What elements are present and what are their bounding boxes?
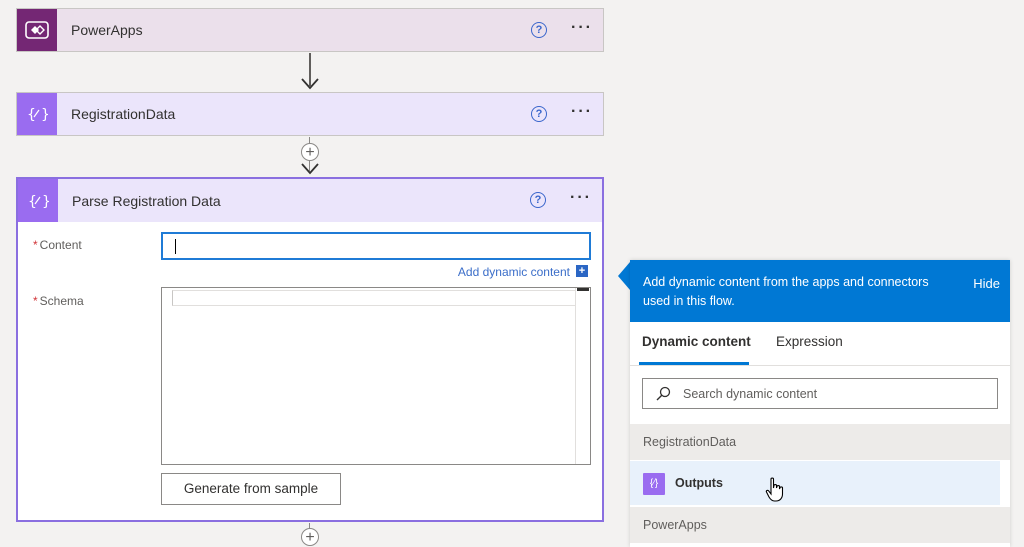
panel-pointer: [618, 262, 630, 290]
step-card-registrationdata[interactable]: { } RegistrationData ? ···: [16, 92, 604, 136]
add-dynamic-content-link[interactable]: Add dynamic content: [458, 265, 570, 279]
dynamic-item-label: Outputs: [675, 476, 723, 490]
help-icon[interactable]: ?: [531, 22, 547, 38]
group-header-registrationdata: RegistrationData: [630, 424, 1010, 460]
more-options-icon[interactable]: ···: [571, 103, 593, 121]
text-caret: [175, 239, 176, 254]
panel-header-text: Add dynamic content from the apps and co…: [643, 275, 929, 308]
generate-from-sample-button[interactable]: Generate from sample: [161, 473, 341, 505]
tab-divider: [630, 365, 1010, 366]
required-marker: *: [33, 294, 38, 308]
dynamic-item-outputs[interactable]: {⁄} Outputs: [630, 461, 1000, 505]
search-input[interactable]: [683, 379, 983, 408]
variable-icon: {⁄}: [643, 473, 665, 495]
svg-text:{: {: [27, 107, 36, 123]
tab-dynamic-content[interactable]: Dynamic content: [642, 334, 751, 349]
schema-editor[interactable]: [161, 287, 591, 465]
step-card-parse-registration-data[interactable]: { } Parse Registration Data ? ··· *Conte…: [16, 177, 604, 522]
content-label: * Content: [33, 238, 82, 252]
hide-panel-button[interactable]: Hide: [973, 276, 1000, 291]
variable-icon: { }: [18, 179, 58, 222]
dynamic-content-panel: Add dynamic content from the apps and co…: [630, 260, 1010, 547]
step-title[interactable]: Parse Registration Data: [72, 193, 602, 209]
required-marker: *: [33, 238, 38, 252]
more-options-icon[interactable]: ···: [570, 189, 592, 207]
panel-header: Add dynamic content from the apps and co…: [630, 260, 1010, 322]
arrow-head-icon: [301, 78, 319, 90]
help-icon[interactable]: ?: [531, 106, 547, 122]
schema-label: * Schema: [33, 294, 84, 308]
step-card-powerapps[interactable]: PowerApps ? ···: [16, 8, 604, 52]
svg-text:}: }: [41, 107, 48, 123]
svg-text:}: }: [42, 194, 49, 210]
add-step-plus-icon[interactable]: +: [301, 528, 319, 546]
step-title[interactable]: PowerApps: [71, 22, 603, 38]
tab-expression[interactable]: Expression: [776, 334, 843, 349]
content-input[interactable]: [161, 232, 591, 260]
schema-editor-line: [172, 290, 576, 306]
arrow-head-icon: [301, 163, 319, 175]
search-dynamic-content-box[interactable]: [642, 378, 998, 409]
add-step-plus-icon[interactable]: +: [301, 143, 319, 161]
schema-scrollbar[interactable]: [575, 288, 590, 464]
hand-cursor-icon: [765, 477, 785, 503]
variable-icon: { }: [17, 93, 57, 135]
search-icon: [655, 386, 671, 402]
group-header-powerapps: PowerApps: [630, 507, 1010, 543]
add-dynamic-content-plus-icon[interactable]: +: [576, 265, 588, 277]
step-title[interactable]: RegistrationData: [71, 106, 603, 122]
powerapps-icon: [17, 9, 57, 51]
svg-text:{: {: [28, 194, 37, 210]
help-icon[interactable]: ?: [530, 192, 546, 208]
more-options-icon[interactable]: ···: [571, 19, 593, 37]
